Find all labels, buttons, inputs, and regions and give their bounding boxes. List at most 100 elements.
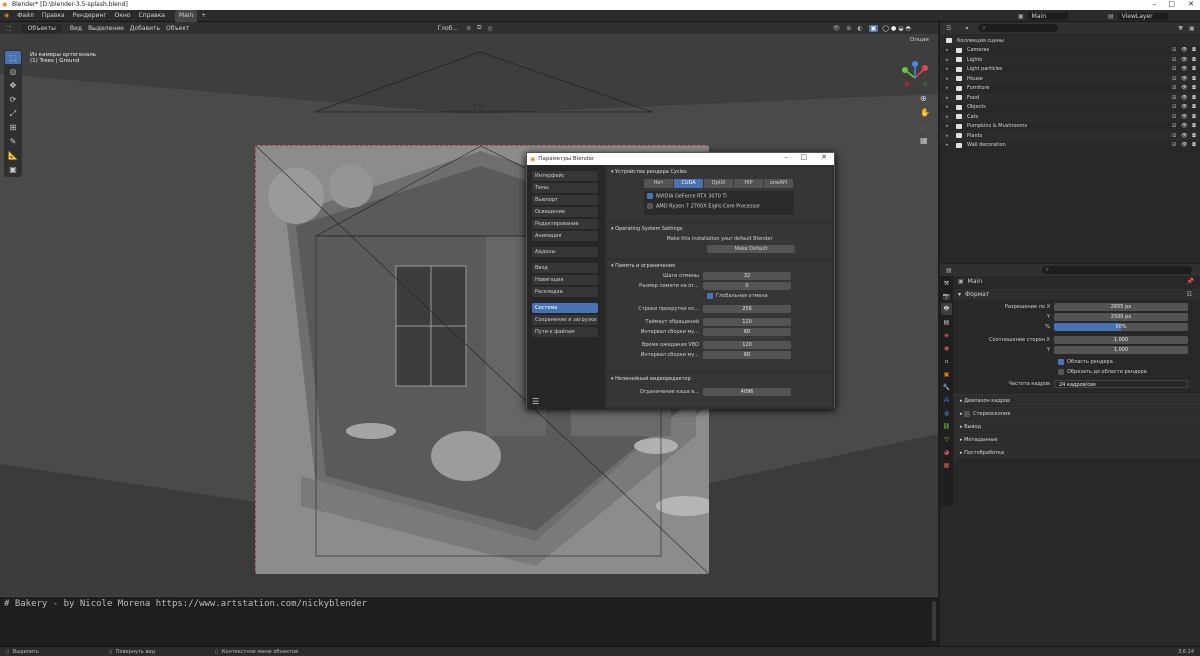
tab-oneapi[interactable]: oneAPI (764, 179, 793, 188)
visibility-icon[interactable]: 👁 (833, 25, 841, 32)
checkbox-icon[interactable]: ☑ (1172, 85, 1176, 91)
resolution-x-field[interactable]: 2655 px (1054, 302, 1188, 311)
blender-menu-icon[interactable]: ◉ (0, 12, 13, 19)
camera-icon[interactable]: ◘ (1192, 114, 1196, 120)
camera-icon[interactable]: ◘ (1192, 76, 1196, 82)
vbo-timeout-field[interactable]: 120 (703, 340, 791, 349)
aspect-y-field[interactable]: 1.000 (1054, 345, 1188, 354)
list-item[interactable]: ▸ Food ☑ 👁 ◘ (940, 93, 1200, 103)
checkbox-icon[interactable]: ☑ (1172, 104, 1176, 110)
expand-icon[interactable]: ▸ (946, 114, 956, 120)
constraints-tab-icon[interactable]: ⛓ (941, 420, 952, 432)
menu-edit[interactable]: Правка (38, 10, 69, 22)
device-gpu-checkbox[interactable] (647, 193, 653, 199)
expand-icon[interactable]: ▸ (946, 76, 956, 82)
transform-tool-icon[interactable]: ⊞ (5, 121, 21, 134)
panel-postprocessing[interactable]: ▸ Постобработка (954, 446, 1200, 458)
nav-keymap[interactable]: Раскладка (532, 287, 598, 297)
modifier-tab-icon[interactable]: 🔧 (941, 381, 952, 393)
resolution-percent-slider[interactable]: 50% (1054, 322, 1188, 331)
object-tab-icon[interactable]: ▣ (941, 368, 952, 380)
os-settings-header[interactable]: ▾ Operating System Settings (607, 224, 832, 234)
material-tab-icon[interactable]: ◕ (941, 446, 952, 458)
checkbox-icon[interactable]: ☑ (1172, 76, 1176, 82)
nav-viewport[interactable]: Вьюпорт (532, 195, 598, 205)
outliner-search-input[interactable]: ⌕ (978, 24, 1059, 32)
tab-none[interactable]: Нет (644, 179, 673, 188)
expand-icon[interactable]: ▸ (946, 123, 956, 129)
camera-icon[interactable]: ◘ (1192, 133, 1196, 139)
snap-icon[interactable]: ⧉ (477, 24, 481, 32)
undo-memory-field[interactable]: 0 (703, 281, 791, 290)
menu-window[interactable]: Окно (111, 10, 135, 22)
nav-file-paths[interactable]: Пути к файлам (532, 327, 598, 337)
expand-icon[interactable]: ▸ (946, 66, 956, 72)
eye-icon[interactable]: 👁 (1181, 57, 1187, 63)
checkbox-icon[interactable]: ☑ (1172, 123, 1176, 129)
visibility-toggles[interactable]: ☑ 👁 ◘ (1172, 114, 1200, 120)
console-scrollbar[interactable] (932, 601, 936, 641)
nav-navigation[interactable]: Навигация (532, 275, 598, 285)
scale-tool-icon[interactable]: ⤢ (5, 107, 21, 120)
frame-rate-dropdown[interactable]: 24 кадров/сек (1054, 379, 1188, 388)
undo-steps-field[interactable]: 32 (703, 271, 791, 280)
orientation-dropdown[interactable]: Глоб... (437, 25, 458, 32)
vbo-gc-field[interactable]: 60 (703, 350, 791, 359)
camera-icon[interactable]: ◘ (1192, 66, 1196, 72)
pin-icon[interactable]: 📌 (1187, 278, 1194, 285)
nav-addons[interactable]: Аддоны (532, 247, 598, 257)
select-tool-icon[interactable]: ⬚ (5, 51, 21, 64)
visibility-toggles[interactable]: ☑ 👁 ◘ (1172, 85, 1200, 91)
expand-icon[interactable]: ▸ (946, 104, 956, 110)
visibility-toggles[interactable]: ☑ 👁 ◘ (1172, 47, 1200, 53)
camera-icon[interactable]: ◘ (1192, 57, 1196, 63)
eye-icon[interactable]: 👁 (1181, 142, 1187, 148)
rotate-tool-icon[interactable]: ⟳ (5, 93, 21, 106)
menu-file[interactable]: Файл (13, 10, 38, 22)
visibility-toggles[interactable]: ☑ 👁 ◘ (1172, 142, 1200, 148)
tab-cuda[interactable]: CUDA (674, 179, 703, 188)
checkbox-icon[interactable]: ☑ (1172, 66, 1176, 72)
eye-icon[interactable]: 👁 (1181, 104, 1187, 110)
panel-output[interactable]: ▸ Вывод (954, 420, 1200, 432)
nav-interface[interactable]: Интерфейс (532, 171, 598, 181)
shading-wireframe-icon[interactable]: ◯ (882, 25, 889, 32)
eye-icon[interactable]: 👁 (1181, 76, 1187, 82)
texture-gc-field[interactable]: 60 (703, 327, 791, 336)
menu-object[interactable]: Объект (166, 25, 189, 32)
expand-icon[interactable]: ▸ (946, 85, 956, 91)
checkbox-icon[interactable]: ☑ (1172, 47, 1176, 53)
maximize-icon[interactable]: □ (1168, 0, 1175, 8)
workspace-tab-main[interactable]: Main (174, 9, 198, 22)
properties-editor-icon[interactable]: ▤ (946, 267, 952, 274)
properties-search-input[interactable]: ⌕ (1041, 266, 1192, 274)
list-item[interactable]: ▸ Light particles ☑ 👁 ◘ (940, 65, 1200, 75)
tab-hip[interactable]: HIP (734, 179, 763, 188)
device-cpu-checkbox[interactable] (647, 203, 653, 209)
list-item[interactable]: ▸ Cats ☑ 👁 ◘ (940, 112, 1200, 122)
expand-icon[interactable]: ▸ (946, 95, 956, 101)
text-editor[interactable]: # Bakery - by Nicole Morena https://www.… (0, 596, 938, 646)
cycles-devices-header[interactable]: ▾ Устройства рендера Cycles (607, 167, 832, 177)
menu-add[interactable]: Добавить (130, 25, 160, 32)
menu-select[interactable]: Выделение (88, 25, 124, 32)
eye-icon[interactable]: 👁 (1181, 66, 1187, 72)
list-item[interactable]: ▸ Lights ☑ 👁 ◘ (940, 55, 1200, 65)
stereoscopy-checkbox[interactable] (964, 410, 971, 417)
panel-metadata[interactable]: ▸ Метаданные (954, 433, 1200, 445)
menu-render[interactable]: Рендеринг (69, 10, 111, 22)
add-workspace-button[interactable]: + (197, 10, 210, 22)
aspect-x-field[interactable]: 1.000 (1054, 335, 1188, 344)
pivot-icon[interactable]: ⊚ (466, 25, 471, 32)
prefs-close-icon[interactable]: ✕ (821, 153, 827, 161)
tool-tab-icon[interactable]: ⚒ (941, 277, 952, 289)
list-item[interactable]: ▸ Pumpkins & Mushrooms ☑ 👁 ◘ (940, 122, 1200, 132)
nav-animation[interactable]: Анимация (532, 231, 598, 241)
nav-editing[interactable]: Редактирование (532, 219, 598, 229)
checkbox-icon[interactable]: ☑ (1172, 95, 1176, 101)
prefs-menu-icon[interactable]: ☰ (532, 397, 539, 406)
gizmo-icon[interactable]: ⊕ (846, 25, 851, 32)
camera-icon[interactable]: ◘ (1192, 104, 1196, 110)
shading-material-icon[interactable]: ◒ (898, 25, 903, 32)
device-cpu-row[interactable]: AMD Ryzen 7 2700X Eight-Core Processor (647, 203, 791, 213)
